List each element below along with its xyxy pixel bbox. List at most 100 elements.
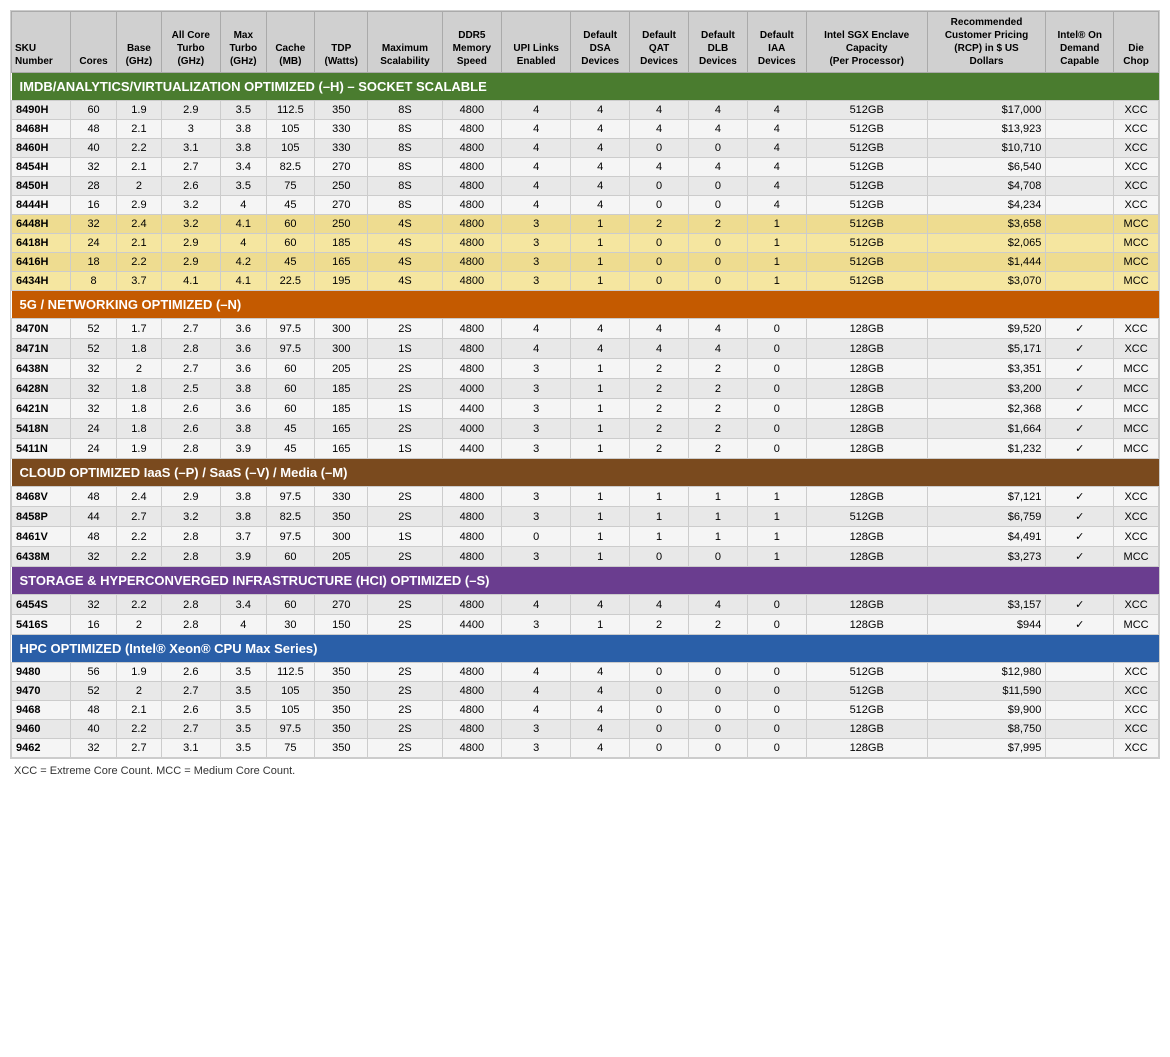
cell-base: 2.1 [117,158,161,177]
cell-cache: 60 [266,215,315,234]
cell-dsa: 4 [571,701,630,720]
cell-allCore: 3.1 [161,139,221,158]
cell-upi: 3 [502,507,571,527]
cell-iaa: 4 [747,177,806,196]
cell-maxScal: 4S [368,272,442,291]
cell-dsa: 4 [571,663,630,682]
cell-iaa: 1 [747,527,806,547]
cell-price: $8,750 [927,720,1046,739]
cell-cores: 32 [70,359,116,379]
cell-upi: 4 [502,139,571,158]
cell-onDemand [1046,120,1114,139]
cell-tdp: 350 [315,701,368,720]
col-header-qat: DefaultQATDevices [630,12,689,73]
table-row: 6434H83.74.14.122.51954S480031001512GB$3… [12,272,1159,291]
cell-cache: 60 [266,595,315,615]
cell-sku: 6454S [12,595,71,615]
cell-allCore: 2.6 [161,663,221,682]
cell-qat: 0 [630,663,689,682]
cell-qat: 0 [630,253,689,272]
cell-allCore: 2.9 [161,253,221,272]
cell-cache: 45 [266,253,315,272]
cell-qat: 0 [630,720,689,739]
cell-sgx: 128GB [806,419,927,439]
cell-allCore: 4.1 [161,272,221,291]
cell-maxTurbo: 4 [221,615,266,635]
cell-ddr5: 4800 [442,139,502,158]
cell-allCore: 2.6 [161,177,221,196]
cell-cores: 18 [70,253,116,272]
col-header-ddr5: DDR5MemorySpeed [442,12,502,73]
cell-cores: 32 [70,215,116,234]
cell-tdp: 270 [315,595,368,615]
cell-qat: 0 [630,177,689,196]
cell-maxTurbo: 3.8 [221,507,266,527]
cell-iaa: 4 [747,139,806,158]
cell-base: 1.8 [117,339,161,359]
cell-onDemand [1046,682,1114,701]
cell-allCore: 2.7 [161,720,221,739]
cell-ddr5: 4400 [442,615,502,635]
cell-sku: 5411N [12,439,71,459]
cell-maxTurbo: 3.6 [221,359,266,379]
cell-chop: XCC [1114,739,1159,758]
cell-price: $3,658 [927,215,1046,234]
cell-ddr5: 4800 [442,507,502,527]
cell-qat: 4 [630,120,689,139]
cell-chop: XCC [1114,663,1159,682]
cell-dsa: 4 [571,196,630,215]
cell-base: 2 [117,359,161,379]
cell-cores: 44 [70,507,116,527]
cell-maxTurbo: 4 [221,196,266,215]
cell-iaa: 1 [747,487,806,507]
cell-tdp: 350 [315,663,368,682]
cell-qat: 1 [630,507,689,527]
cell-cache: 97.5 [266,527,315,547]
cell-dlb: 4 [688,339,747,359]
table-row: 8454H322.12.73.482.52708S480044444512GB$… [12,158,1159,177]
cell-iaa: 4 [747,158,806,177]
cell-upi: 4 [502,701,571,720]
cell-iaa: 0 [747,663,806,682]
cell-allCore: 2.6 [161,701,221,720]
cell-qat: 0 [630,547,689,567]
cell-maxScal: 4S [368,215,442,234]
cell-sgx: 512GB [806,234,927,253]
cell-sgx: 128GB [806,615,927,635]
cell-sgx: 128GB [806,720,927,739]
table-row: 9468482.12.63.51053502S480044000512GB$9,… [12,701,1159,720]
cell-maxTurbo: 3.8 [221,379,266,399]
cell-allCore: 2.8 [161,547,221,567]
cell-ddr5: 4800 [442,319,502,339]
cell-allCore: 2.7 [161,158,221,177]
col-header-sgx: Intel SGX EnclaveCapacity(Per Processor) [806,12,927,73]
col-header-onDemand: Intel® OnDemandCapable [1046,12,1114,73]
cell-price: $11,590 [927,682,1046,701]
cell-tdp: 150 [315,615,368,635]
cell-chop: XCC [1114,701,1159,720]
cell-qat: 0 [630,701,689,720]
cell-qat: 4 [630,158,689,177]
cell-price: $1,444 [927,253,1046,272]
cell-sgx: 512GB [806,682,927,701]
table-row: 8444H162.93.24452708S480044004512GB$4,23… [12,196,1159,215]
cell-dlb: 4 [688,120,747,139]
cell-sgx: 128GB [806,487,927,507]
col-header-chop: DieChop [1114,12,1159,73]
cell-tdp: 270 [315,158,368,177]
cell-ddr5: 4800 [442,120,502,139]
table-row: 8471N521.82.83.697.53001S480044440128GB$… [12,339,1159,359]
cell-onDemand: ✓ [1046,419,1114,439]
cell-upi: 3 [502,720,571,739]
cell-cores: 48 [70,527,116,547]
cell-allCore: 2.8 [161,615,221,635]
cell-base: 2 [117,682,161,701]
cell-iaa: 4 [747,101,806,120]
cell-dlb: 0 [688,177,747,196]
cell-base: 2.2 [117,527,161,547]
cell-price: $4,708 [927,177,1046,196]
cell-cores: 48 [70,701,116,720]
col-header-cache: Cache(MB) [266,12,315,73]
cell-sku: 8458P [12,507,71,527]
cell-maxTurbo: 4.1 [221,215,266,234]
